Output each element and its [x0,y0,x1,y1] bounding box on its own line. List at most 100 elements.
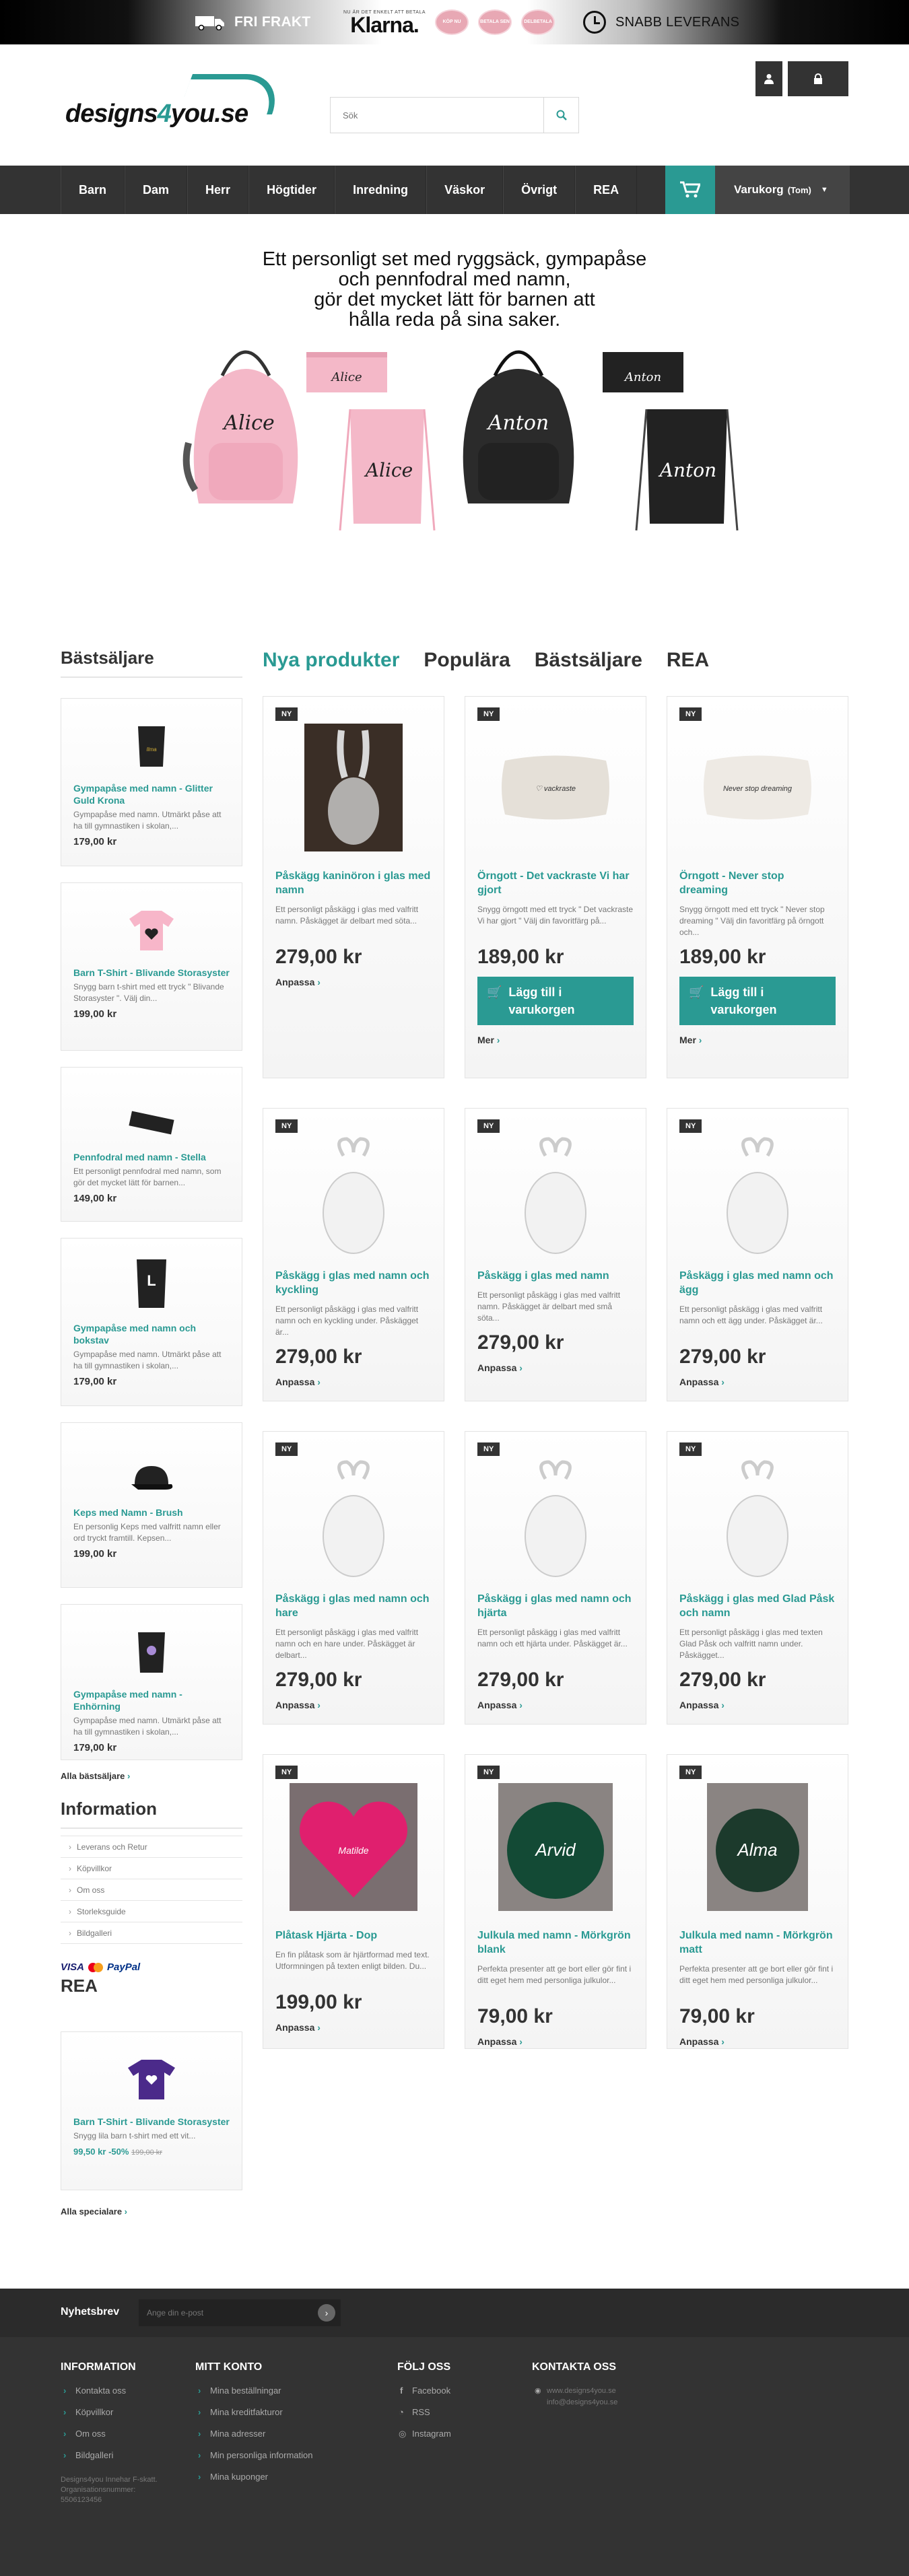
site-logo[interactable]: designs4you.se [65,74,294,141]
product-description: Gympapåse med namn. Utmärkt påse att ha … [73,1716,222,1737]
all-bestsellers-link[interactable]: Alla bästsäljare [61,1771,242,1781]
sidebar-sale-product[interactable]: Barn T-Shirt - Blivande Storasyster Snyg… [61,2031,242,2190]
product-title[interactable]: Påskägg i glas med namn och hare [275,1592,432,1620]
nav-item-inredning[interactable]: Inredning [335,166,427,214]
nav-item-hogtider[interactable]: Högtider [248,166,335,214]
cart-widget[interactable]: Varukorg (Tom) ▼ [665,166,850,214]
product-title[interactable]: Örngott - Never stop dreaming [679,869,836,897]
rss-link[interactable]: ◔ RSS [397,2407,451,2417]
search-input[interactable] [331,98,543,133]
product-card[interactable]: NY ♡ vackraste Örngott - Det vackraste V… [465,696,646,1078]
product-title[interactable]: Plåtask Hjärta - Dop [275,1928,432,1943]
footer-link[interactable]: Mina kuponger [195,2472,312,2482]
product-card[interactable]: NY Påskägg i glas med namn och hjärta Et… [465,1431,646,1725]
product-card[interactable]: NY Påskägg i glas med namn Ett personlig… [465,1108,646,1401]
sidebar-product[interactable]: Pennfodral med namn - Stella Ett personl… [61,1067,242,1222]
login-button[interactable] [788,61,848,96]
product-title[interactable]: Påskägg kaninöron i glas med namn [275,869,432,897]
product-title[interactable]: Keps med Namn - Brush [73,1506,230,1519]
footer-link[interactable]: Mina kreditfakturor [195,2407,312,2417]
footer-link[interactable]: Om oss [61,2429,182,2439]
product-title[interactable]: Julkula med namn - Mörkgrön blank [477,1928,634,1957]
more-link[interactable]: Mer [477,1035,500,1045]
info-link[interactable]: Leverans och Retur [61,1836,242,1858]
product-image [73,1440,230,1494]
product-title[interactable]: Gympapåse med namn - Enhörning [73,1688,230,1712]
customize-link[interactable]: Anpassa [275,1700,321,1710]
customize-link[interactable]: Anpassa [275,1377,321,1387]
customize-link[interactable]: Anpassa [477,1362,523,1373]
product-title[interactable]: Julkula med namn - Mörkgrön matt [679,1928,836,1957]
klarna-block: NU ÄR DET ENKELT ATT BETALA Klarna. KÖP … [343,0,556,44]
info-link[interactable]: Köpvillkor [61,1858,242,1879]
product-title[interactable]: Påskägg i glas med namn och kyckling [275,1269,432,1297]
product-card[interactable]: NY Arvid Julkula med namn - Mörkgrön bla… [465,1754,646,2049]
customize-link[interactable]: Anpassa [679,2036,725,2047]
contact-email[interactable]: info@designs4you.se [547,2397,617,2408]
contact-site[interactable]: www.designs4you.se [547,2386,617,2397]
add-to-cart-button[interactable]: 🛒 Lägg till i varukorgen [477,977,634,1025]
nav-item-herr[interactable]: Herr [187,166,249,214]
product-card[interactable]: NY Never stop dreaming Örngott - Never s… [667,696,848,1078]
add-to-cart-label: Lägg till i varukorgen [508,985,575,1016]
sidebar-product[interactable]: Gympapåse med namn - Enhörning Gympapåse… [61,1604,242,1760]
customize-link[interactable]: Anpassa [679,1377,725,1387]
nav-item-ovrigt[interactable]: Övrigt [503,166,576,214]
tab-nya-produkter[interactable]: Nya produkter [263,649,399,672]
sidebar-product[interactable]: Keps med Namn - Brush En personlig Keps … [61,1422,242,1588]
facebook-link[interactable]: f Facebook [397,2386,451,2396]
newsletter-email-input[interactable] [139,2308,318,2318]
tab-rea[interactable]: REA [667,649,709,672]
hero-banner[interactable]: Ett personligt set med ryggsäck, gympapå… [61,214,848,557]
product-title[interactable]: Örngott - Det vackraste Vi har gjort [477,869,634,897]
product-card[interactable]: NY Alma Julkula med namn - Mörkgrön matt… [667,1754,848,2049]
footer-link[interactable]: Bildgalleri [61,2450,182,2460]
customize-link[interactable]: Anpassa [679,1700,725,1710]
product-title[interactable]: Påskägg i glas med namn och hjärta [477,1592,634,1620]
product-title[interactable]: Barn T-Shirt - Blivande Storasyster [73,2116,230,2128]
nav-item-vaskor[interactable]: Väskor [426,166,504,214]
footer-link[interactable]: Mina beställningar [195,2386,312,2396]
customize-link[interactable]: Anpassa [477,2036,523,2047]
footer-link[interactable]: Köpvillkor [61,2407,182,2417]
product-title[interactable]: Påskägg i glas med Glad Påsk och namn [679,1592,836,1620]
customize-link[interactable]: Anpassa [275,977,321,987]
tab-populara[interactable]: Populära [424,649,510,672]
footer-link[interactable]: Min personliga information [195,2450,312,2460]
nav-item-dam[interactable]: Dam [125,166,188,214]
cart-icon-box[interactable] [665,166,715,214]
sidebar-product[interactable]: Barn T-Shirt - Blivande Storasyster Snyg… [61,882,242,1051]
product-title[interactable]: Pennfodral med namn - Stella [73,1151,230,1163]
product-title[interactable]: Gympapåse med namn och bokstav [73,1322,230,1346]
product-card[interactable]: NY Påskägg i glas med namn och ägg Ett p… [667,1108,848,1401]
newsletter-submit-button[interactable]: › [318,2304,335,2322]
sidebar-product[interactable]: L Gympapåse med namn och bokstav Gympapå… [61,1238,242,1406]
account-button[interactable] [755,61,782,96]
product-card[interactable]: NY Påskägg i glas med namn och hare Ett … [263,1431,444,1725]
product-card[interactable]: NY Matilde Plåtask Hjärta - Dop En fin p… [263,1754,444,2049]
nav-item-rea[interactable]: REA [575,166,638,214]
search-button[interactable] [543,98,578,133]
footer-link[interactable]: Mina adresser [195,2429,312,2439]
product-title[interactable]: Påskägg i glas med namn och ägg [679,1269,836,1297]
product-title[interactable]: Gympapåse med namn - Glitter Guld Krona [73,782,230,806]
nav-item-barn[interactable]: Barn [61,166,125,214]
product-card[interactable]: NY Påskägg kaninöron i glas med namn Ett… [263,696,444,1078]
footer-link[interactable]: Kontakta oss [61,2386,182,2396]
product-title[interactable]: Barn T-Shirt - Blivande Storasyster [73,967,230,979]
sidebar-product[interactable]: Ilma Gympapåse med namn - Glitter Guld K… [61,698,242,866]
info-link[interactable]: Om oss [61,1879,242,1901]
product-card[interactable]: NY Påskägg i glas med Glad Påsk och namn… [667,1431,848,1725]
more-link[interactable]: Mer [679,1035,702,1045]
instagram-link[interactable]: ◎ Instagram [397,2429,451,2439]
product-card[interactable]: NY Påskägg i glas med namn och kyckling … [263,1108,444,1401]
customize-link[interactable]: Anpassa [477,1700,523,1710]
tab-bastsaljare[interactable]: Bästsäljare [535,649,642,672]
info-link[interactable]: Storleksguide [61,1901,242,1922]
info-link[interactable]: Bildgalleri [61,1922,242,1944]
add-to-cart-button[interactable]: 🛒 Lägg till i varukorgen [679,977,836,1025]
product-price: 189,00 kr [477,946,564,968]
all-specials-link[interactable]: Alla specialare [61,2206,242,2217]
customize-link[interactable]: Anpassa [275,2022,321,2033]
product-title[interactable]: Påskägg i glas med namn [477,1269,634,1283]
